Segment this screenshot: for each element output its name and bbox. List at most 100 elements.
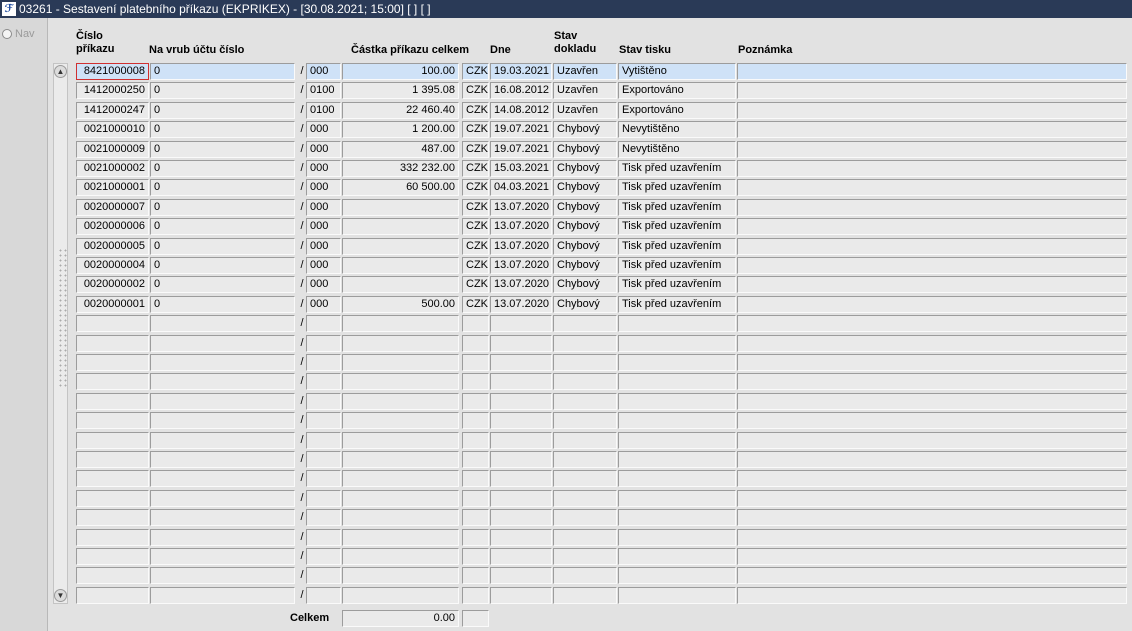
cell-doc-status[interactable] [553,587,617,604]
cell-date[interactable] [490,509,552,526]
cell-print-status[interactable]: Tisk před uzavřením [618,160,736,177]
cell-doc-status[interactable] [553,548,617,565]
cell-number[interactable]: 0021000001 [76,179,149,196]
cell-bank[interactable]: 000 [306,141,341,158]
cell-amount[interactable] [342,529,459,546]
cell-print-status[interactable] [618,373,736,390]
cell-number[interactable]: 0020000004 [76,257,149,274]
cell-print-status[interactable] [618,393,736,410]
cell-print-status[interactable]: Tisk před uzavřením [618,276,736,293]
cell-bank[interactable]: 000 [306,121,341,138]
cell-amount[interactable]: 100.00 [342,63,459,80]
cell-account[interactable]: 0 [150,121,295,138]
cell-currency[interactable] [462,490,489,507]
cell-account[interactable] [150,335,295,352]
cell-account[interactable]: 0 [150,63,295,80]
cell-bank[interactable] [306,509,341,526]
cell-bank[interactable] [306,335,341,352]
cell-bank[interactable]: 000 [306,199,341,216]
cell-account[interactable]: 0 [150,257,295,274]
cell-currency[interactable]: CZK [462,63,489,80]
cell-date[interactable] [490,470,552,487]
cell-account[interactable] [150,412,295,429]
cell-account[interactable] [150,451,295,468]
cell-print-status[interactable] [618,315,736,332]
cell-print-status[interactable] [618,412,736,429]
cell-bank[interactable] [306,490,341,507]
cell-doc-status[interactable]: Chybový [553,218,617,235]
cell-bank[interactable] [306,451,341,468]
cell-bank[interactable]: 000 [306,160,341,177]
cell-doc-status[interactable]: Uzavřen [553,82,617,99]
cell-date[interactable]: 19.07.2021 [490,141,552,158]
cell-account[interactable]: 0 [150,179,295,196]
cell-doc-status[interactable]: Chybový [553,179,617,196]
cell-number[interactable] [76,470,149,487]
cell-date[interactable]: 13.07.2020 [490,257,552,274]
cell-currency[interactable] [462,432,489,449]
cell-currency[interactable]: CZK [462,257,489,274]
cell-amount[interactable] [342,373,459,390]
cell-number[interactable] [76,548,149,565]
cell-date[interactable] [490,567,552,584]
cell-date[interactable]: 13.07.2020 [490,218,552,235]
cell-note[interactable] [737,451,1127,468]
cell-amount[interactable] [342,238,459,255]
cell-number[interactable]: 0020000007 [76,199,149,216]
cell-number[interactable]: 1412000250 [76,82,149,99]
cell-bank[interactable] [306,393,341,410]
cell-print-status[interactable]: Tisk před uzavřením [618,238,736,255]
cell-note[interactable] [737,102,1127,119]
cell-date[interactable] [490,490,552,507]
cell-doc-status[interactable]: Chybový [553,160,617,177]
cell-amount[interactable]: 1 200.00 [342,121,459,138]
cell-bank[interactable]: 000 [306,63,341,80]
cell-amount[interactable] [342,412,459,429]
cell-amount[interactable] [342,490,459,507]
cell-bank[interactable]: 0100 [306,102,341,119]
cell-date[interactable] [490,587,552,604]
cell-doc-status[interactable]: Chybový [553,199,617,216]
cell-currency[interactable] [462,373,489,390]
cell-currency[interactable]: CZK [462,141,489,158]
cell-amount[interactable]: 500.00 [342,296,459,313]
cell-note[interactable] [737,199,1127,216]
cell-number[interactable] [76,451,149,468]
cell-number[interactable] [76,412,149,429]
cell-doc-status[interactable] [553,490,617,507]
cell-bank[interactable] [306,587,341,604]
cell-currency[interactable] [462,509,489,526]
cell-number[interactable]: 0020000005 [76,238,149,255]
cell-note[interactable] [737,393,1127,410]
cell-account[interactable] [150,470,295,487]
cell-print-status[interactable] [618,548,736,565]
cell-date[interactable] [490,412,552,429]
cell-currency[interactable] [462,470,489,487]
cell-account[interactable] [150,432,295,449]
cell-number[interactable] [76,490,149,507]
cell-amount[interactable] [342,587,459,604]
cell-date[interactable] [490,354,552,371]
cell-note[interactable] [737,160,1127,177]
cell-note[interactable] [737,490,1127,507]
cell-bank[interactable]: 000 [306,179,341,196]
cell-currency[interactable] [462,587,489,604]
cell-account[interactable] [150,567,295,584]
cell-print-status[interactable]: Nevytištěno [618,141,736,158]
cell-doc-status[interactable] [553,470,617,487]
cell-number[interactable] [76,315,149,332]
cell-print-status[interactable] [618,529,736,546]
nav-radio[interactable]: Nav [2,28,35,40]
cell-number[interactable]: 0021000002 [76,160,149,177]
cell-note[interactable] [737,470,1127,487]
cell-date[interactable]: 19.03.2021 [490,63,552,80]
scroll-down-icon[interactable]: ▼ [54,589,67,602]
cell-bank[interactable]: 000 [306,276,341,293]
cell-doc-status[interactable] [553,354,617,371]
cell-currency[interactable] [462,567,489,584]
cell-amount[interactable]: 332 232.00 [342,160,459,177]
cell-currency[interactable]: CZK [462,160,489,177]
cell-currency[interactable]: CZK [462,276,489,293]
cell-number[interactable]: 0020000006 [76,218,149,235]
cell-note[interactable] [737,63,1127,80]
